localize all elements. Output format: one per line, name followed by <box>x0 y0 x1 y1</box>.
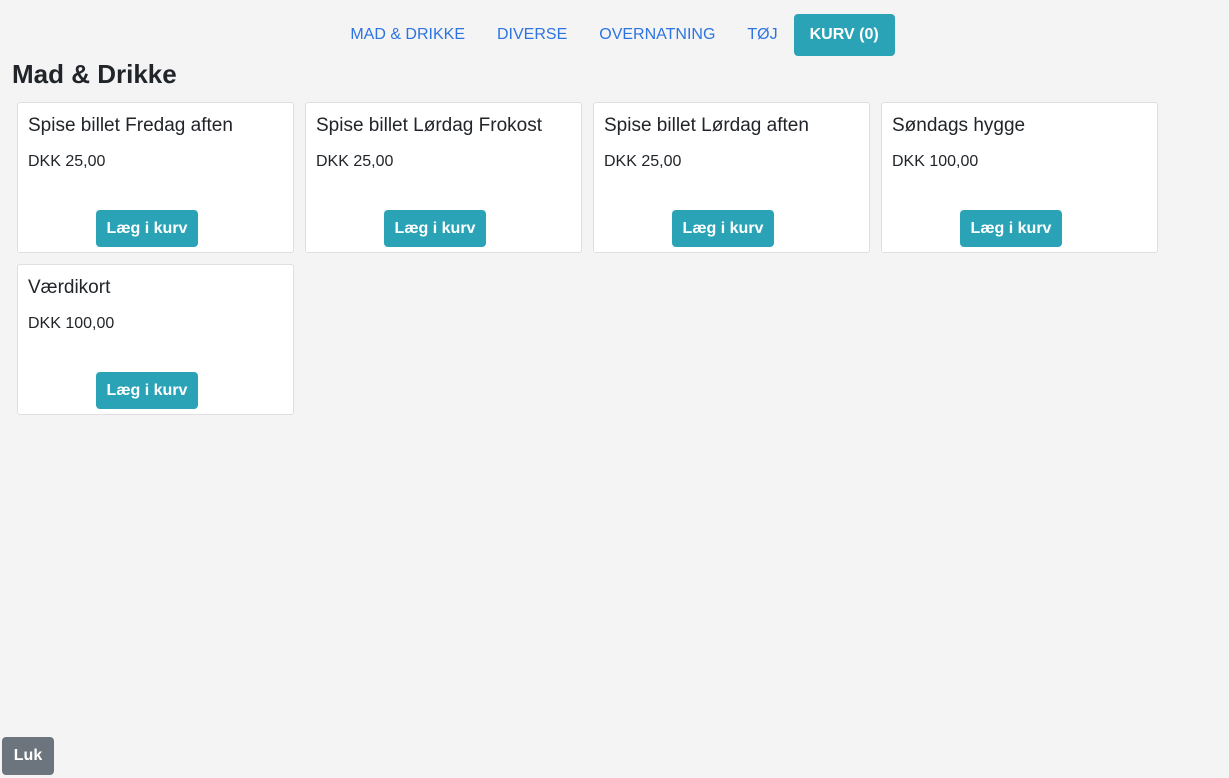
page-title: Mad & Drikke <box>12 59 177 89</box>
add-to-cart-button[interactable]: Læg i kurv <box>96 210 198 247</box>
product-price: DKK 25,00 <box>28 153 106 170</box>
product-grid: Spise billet Fredag aften DKK 25,00 Læg … <box>17 102 1177 415</box>
product-name: Spise billet Lørdag aften <box>604 115 809 136</box>
nav-item-toj[interactable]: TØJ <box>731 14 793 56</box>
add-to-cart-button[interactable]: Læg i kurv <box>96 372 198 409</box>
add-to-cart-button[interactable]: Læg i kurv <box>384 210 486 247</box>
product-price: DKK 100,00 <box>892 153 979 170</box>
product-name: Spise billet Fredag aften <box>28 115 233 136</box>
product-price: DKK 100,00 <box>28 315 115 332</box>
shop-page: MAD & DRIKKE DIVERSE OVERNATNING TØJ KUR… <box>0 0 1229 778</box>
product-card: Spise billet Fredag aften DKK 25,00 Læg … <box>17 102 294 253</box>
add-to-cart-button[interactable]: Læg i kurv <box>672 210 774 247</box>
add-to-cart-button[interactable]: Læg i kurv <box>960 210 1062 247</box>
product-card: Spise billet Lørdag Frokost DKK 25,00 Læ… <box>305 102 582 253</box>
product-price: DKK 25,00 <box>316 153 394 170</box>
product-card: Spise billet Lørdag aften DKK 25,00 Læg … <box>593 102 870 253</box>
nav-item-overnatning[interactable]: OVERNATNING <box>583 14 731 56</box>
nav-item-mad-drikke[interactable]: MAD & DRIKKE <box>334 14 481 56</box>
product-name: Spise billet Lørdag Frokost <box>316 115 542 136</box>
close-button[interactable]: Luk <box>2 737 54 775</box>
nav-item-diverse[interactable]: DIVERSE <box>481 14 583 56</box>
cart-button[interactable]: KURV (0) <box>793 14 895 56</box>
category-nav: MAD & DRIKKE DIVERSE OVERNATNING TØJ KUR… <box>0 14 1229 56</box>
product-name: Søndags hygge <box>892 115 1026 136</box>
product-price: DKK 25,00 <box>604 153 682 170</box>
product-card: Værdikort DKK 100,00 Læg i kurv <box>17 264 294 415</box>
product-card: Søndags hygge DKK 100,00 Læg i kurv <box>881 102 1158 253</box>
product-name: Værdikort <box>28 277 111 298</box>
